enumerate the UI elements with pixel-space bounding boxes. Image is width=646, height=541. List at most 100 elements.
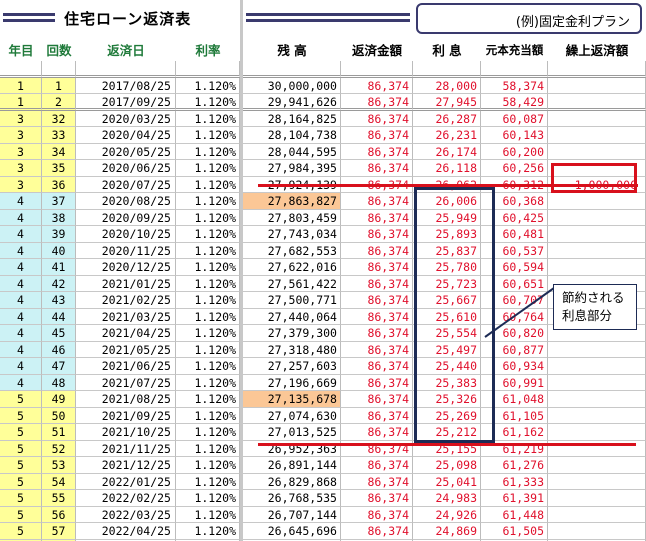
principal-cell: 61,391: [481, 490, 548, 507]
date-cell: 2021/05/25: [76, 341, 176, 358]
rate-cell: 1.120%: [176, 127, 240, 144]
count-cell: 48: [42, 374, 76, 391]
header-count: 回数: [46, 43, 72, 58]
year-cell: 4: [0, 193, 42, 210]
date-cell: 2020/09/25: [76, 209, 176, 226]
date-cell: 2022/04/25: [76, 523, 176, 540]
payment-cell: 86,374: [341, 77, 413, 94]
year-cell: 3: [0, 127, 42, 144]
year-cell: 5: [0, 490, 42, 507]
interest-cell: 26,174: [413, 143, 481, 160]
rate-cell: 1.120%: [176, 424, 240, 441]
rate-cell: 1.120%: [176, 374, 240, 391]
balance-cell: 27,863,827: [243, 193, 341, 210]
date-cell: 2020/03/25: [76, 110, 176, 127]
count-cell: 39: [42, 226, 76, 243]
rate-cell: [176, 61, 240, 78]
rate-cell: 1.120%: [176, 143, 240, 160]
interest-cell: 25,041: [413, 473, 481, 490]
year-cell: 5: [0, 457, 42, 474]
extra-repayment-cell: [548, 424, 646, 441]
balance-cell: 27,984,395: [243, 160, 341, 177]
count-cell: 41: [42, 259, 76, 276]
rate-cell: 1.120%: [176, 226, 240, 243]
balance-cell: 27,803,459: [243, 209, 341, 226]
payment-cell: 86,374: [341, 523, 413, 540]
year-cell: 4: [0, 358, 42, 375]
table-row: 4 46 2021/05/25 1.120% 27,318,480 86,374 25,49…: [0, 341, 646, 358]
payment-cell: 86,374: [341, 94, 413, 111]
table-row: 3 33 2020/04/25 1.120% 28,104,738 86,374 26,23…: [0, 127, 646, 144]
interest-cell: 24,869: [413, 523, 481, 540]
header-date: 返済日: [107, 43, 145, 58]
year-cell: 5: [0, 440, 42, 457]
date-cell: 2017/08/25: [76, 77, 176, 94]
year-cell: 5: [0, 391, 42, 408]
date-cell: 2021/03/25: [76, 308, 176, 325]
table-row: 4 38 2020/09/25 1.120% 27,803,459 86,374 25,94…: [0, 209, 646, 226]
principal-cell: [481, 61, 548, 78]
prepayment-line-bottom: [258, 443, 636, 446]
count-cell: 53: [42, 457, 76, 474]
table-row: 4 40 2020/11/25 1.120% 27,682,553 86,374 25,83…: [0, 242, 646, 259]
payment-cell: [341, 61, 413, 78]
interest-cell: 24,926: [413, 506, 481, 523]
table-row: 5 55 2022/02/25 1.120% 26,768,535 86,374 24,98…: [0, 490, 646, 507]
payment-cell: 86,374: [341, 193, 413, 210]
date-cell: 2020/07/25: [76, 176, 176, 193]
extra-repayment-cell: [548, 391, 646, 408]
table-row: 3 32 2020/03/25 1.120% 28,164,825 86,374 26,28…: [0, 110, 646, 127]
rate-cell: 1.120%: [176, 176, 240, 193]
rate-cell: 1.120%: [176, 506, 240, 523]
rate-cell: 1.120%: [176, 407, 240, 424]
year-cell: 4: [0, 209, 42, 226]
title-bar: 住宅ローン返済表 (例)固定金利プラン: [0, 0, 646, 40]
principal-cell: 60,200: [481, 143, 548, 160]
table-row: 3 34 2020/05/25 1.120% 28,044,595 86,374 26,17…: [0, 143, 646, 160]
header-interest: 利 息: [432, 43, 462, 58]
principal-cell: 58,374: [481, 77, 548, 94]
table-row: 4 39 2020/10/25 1.120% 27,743,034 86,374 25,89…: [0, 226, 646, 243]
payment-cell: 86,374: [341, 506, 413, 523]
plan-label-box: (例)固定金利プラン: [416, 3, 642, 34]
year-cell: 3: [0, 143, 42, 160]
balance-cell: 26,645,696: [243, 523, 341, 540]
count-cell: 43: [42, 292, 76, 309]
balance-cell: 27,074,630: [243, 407, 341, 424]
table-row: [0, 61, 646, 78]
balance-cell: 28,164,825: [243, 110, 341, 127]
year-cell: 1: [0, 77, 42, 94]
payment-cell: 86,374: [341, 407, 413, 424]
extra-repayment-cell: [548, 77, 646, 94]
header-payment: 返済金額: [351, 43, 402, 58]
count-cell: 36: [42, 176, 76, 193]
rate-cell: 1.120%: [176, 473, 240, 490]
balance-cell: 26,707,144: [243, 506, 341, 523]
balance-cell: 27,682,553: [243, 242, 341, 259]
date-cell: [76, 61, 176, 78]
rate-cell: 1.120%: [176, 94, 240, 111]
count-cell: 33: [42, 127, 76, 144]
balance-cell: [243, 61, 341, 78]
date-cell: 2020/11/25: [76, 242, 176, 259]
rate-cell: 1.120%: [176, 440, 240, 457]
table-row: 4 41 2020/12/25 1.120% 27,622,016 86,374 25,78…: [0, 259, 646, 276]
payment-cell: 86,374: [341, 110, 413, 127]
extra-repayment-cell: [548, 374, 646, 391]
table-row: 5 56 2022/03/25 1.120% 26,707,144 86,374 24,92…: [0, 506, 646, 523]
interest-cell: 26,118: [413, 160, 481, 177]
count-cell: 40: [42, 242, 76, 259]
count-cell: 34: [42, 143, 76, 160]
count-cell: 57: [42, 523, 76, 540]
count-cell: 35: [42, 160, 76, 177]
rate-cell: 1.120%: [176, 308, 240, 325]
title-rule-left: [3, 13, 55, 22]
count-cell: 55: [42, 490, 76, 507]
header-rate: 利率: [195, 43, 221, 58]
payment-cell: 86,374: [341, 160, 413, 177]
count-cell: 47: [42, 358, 76, 375]
balance-cell: 27,379,300: [243, 325, 341, 342]
rate-cell: 1.120%: [176, 193, 240, 210]
interest-cell: 27,945: [413, 94, 481, 111]
count-cell: 51: [42, 424, 76, 441]
